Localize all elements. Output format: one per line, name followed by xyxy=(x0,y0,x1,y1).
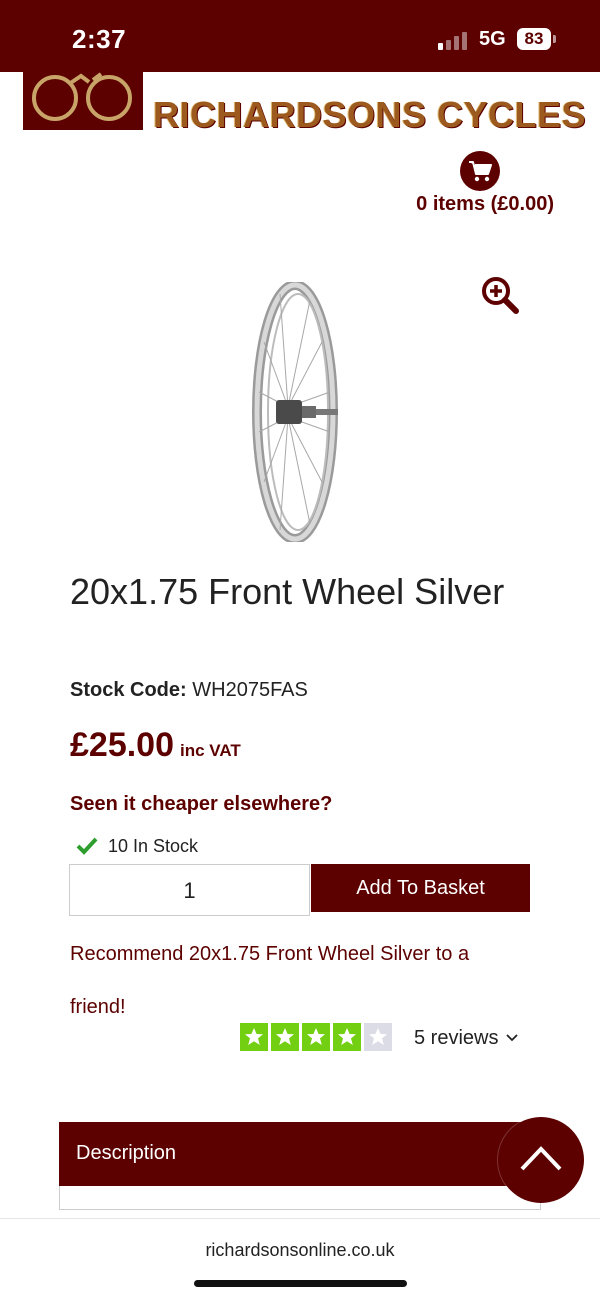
stock-code-value: WH2075FAS xyxy=(192,679,308,701)
home-indicator[interactable] xyxy=(194,1280,407,1287)
shopping-cart-icon xyxy=(469,161,492,182)
price-amount: £25.00 xyxy=(70,726,174,764)
price-vat-suffix: inc VAT xyxy=(180,741,241,760)
star-icon xyxy=(302,1023,330,1051)
scroll-to-top-button[interactable] xyxy=(498,1117,584,1203)
star-icon xyxy=(271,1023,299,1051)
stock-status: 10 In Stock xyxy=(76,836,198,857)
stock-code-label: Stock Code: xyxy=(70,679,187,701)
network-type: 5G xyxy=(479,28,506,50)
battery-level: 83 xyxy=(524,29,544,48)
reviews-count: 5 reviews xyxy=(414,1027,499,1049)
status-time: 2:37 xyxy=(72,24,127,54)
checkmark-icon xyxy=(76,837,98,855)
star-empty-icon xyxy=(364,1023,392,1051)
quantity-input[interactable]: 1 xyxy=(69,864,310,916)
tab-description-label: Description xyxy=(76,1142,177,1164)
star-icon xyxy=(240,1023,268,1051)
stock-status-text: 10 In Stock xyxy=(108,836,199,856)
logo-mark[interactable] xyxy=(23,72,143,130)
battery-icon: 83 xyxy=(517,28,551,50)
logo-wordmark[interactable]: RICHARDSONS CYCLES xyxy=(153,94,586,136)
product-image[interactable] xyxy=(240,280,360,544)
zoom-in-icon[interactable] xyxy=(480,275,520,315)
star-rating[interactable] xyxy=(240,1023,395,1051)
price: £25.00 inc VAT xyxy=(70,726,241,765)
add-to-basket-button[interactable]: Add To Basket xyxy=(311,864,530,912)
cart-button[interactable] xyxy=(460,151,500,191)
star-icon xyxy=(333,1023,361,1051)
browser-address-bar: richardsonsonline.co.uk xyxy=(0,1218,600,1300)
signal-strength-icon xyxy=(438,32,470,50)
reviews-dropdown[interactable]: 5 reviews xyxy=(414,1027,519,1050)
tab-description[interactable]: Description xyxy=(59,1122,541,1186)
seen-it-cheaper-link[interactable]: Seen it cheaper elsewhere? xyxy=(70,793,332,816)
product-title: 20x1.75 Front Wheel Silver xyxy=(70,571,505,612)
recommend-to-friend-link[interactable]: Recommend 20x1.75 Front Wheel Silver to … xyxy=(70,928,530,1034)
battery-nub xyxy=(553,35,556,43)
stock-code: Stock Code: WH2075FAS xyxy=(70,679,308,702)
cart-summary[interactable]: 0 items (£0.00) xyxy=(380,193,554,216)
chevron-down-icon xyxy=(506,1034,519,1042)
chevron-up-icon xyxy=(520,1146,562,1171)
status-bar: 2:37 5G 83 xyxy=(0,0,600,72)
url-text[interactable]: richardsonsonline.co.uk xyxy=(0,1240,600,1261)
bicycle-wheels-logo-icon xyxy=(32,72,132,121)
